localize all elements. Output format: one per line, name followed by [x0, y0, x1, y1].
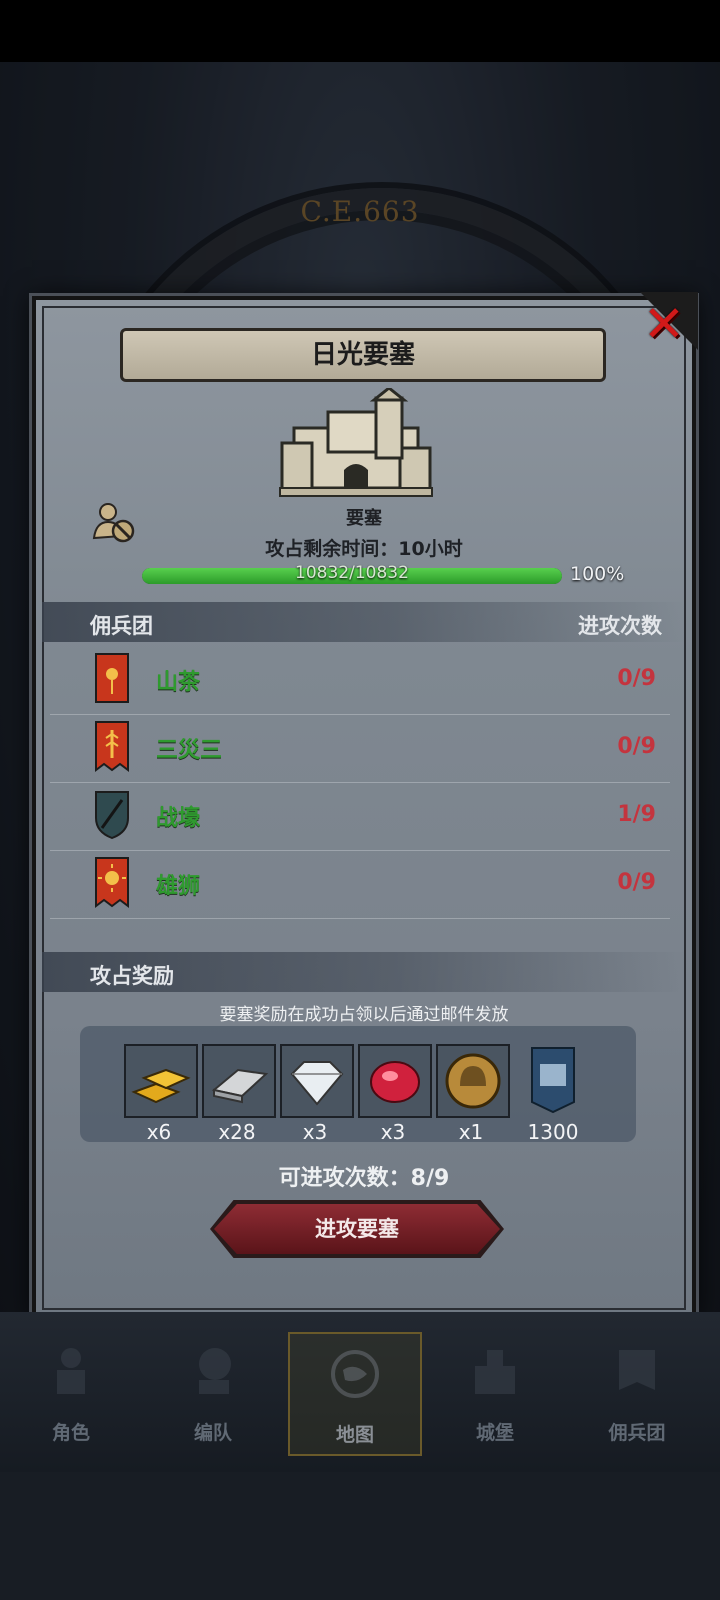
nav-label: 佣兵团	[608, 1422, 666, 1444]
reward-qty: x3	[380, 1120, 406, 1144]
fortress-dialog: ✕ 日光要塞 要塞 攻占剩余时间：10小时 10832/10832 100% 佣…	[32, 292, 698, 1320]
reward-qty: x6	[146, 1120, 172, 1144]
nav-label: 编队	[193, 1422, 232, 1444]
reward-qty: x28	[218, 1120, 256, 1144]
mercenary-icon	[619, 1350, 655, 1390]
attack-count-column-label: 进攻次数	[578, 614, 662, 638]
castle-icon	[279, 388, 433, 497]
mercenary-row[interactable]: 雄狮 0/9	[50, 850, 670, 919]
nav-character[interactable]: 角色	[6, 1332, 136, 1452]
progress-value: 10832/10832	[295, 563, 409, 583]
nav-label: 地图	[335, 1424, 374, 1446]
wheat-banner-icon	[95, 721, 129, 772]
dialog-title: 日光要塞	[120, 328, 606, 382]
nav-mercenary[interactable]: 佣兵团	[572, 1332, 702, 1452]
attack-count: 0/9	[617, 666, 656, 691]
mercenary-name: 山茶	[156, 670, 201, 695]
reward-note: 要塞奖励在成功占领以后通过邮件发放	[219, 1005, 509, 1025]
bottom-area	[0, 1472, 720, 1600]
helmet-coin-icon[interactable]	[436, 1044, 510, 1118]
nav-castle[interactable]: 城堡	[430, 1332, 560, 1452]
reward-qty: x1	[458, 1120, 484, 1144]
reward-section-header: 攻占奖励	[42, 952, 686, 992]
close-x-icon[interactable]: ✕	[638, 298, 690, 350]
status-bar	[0, 0, 720, 62]
character-icon	[57, 1348, 85, 1394]
attack-fortress-button[interactable]: 进攻要塞	[214, 1204, 500, 1254]
fortress-banner-icon[interactable]	[518, 1044, 588, 1114]
capture-timer: 攻占剩余时间：10小时	[265, 538, 463, 560]
nav-formation[interactable]: 编队	[148, 1332, 278, 1452]
castle-icon	[475, 1350, 515, 1394]
flower-banner-icon	[95, 653, 129, 703]
mercenary-row[interactable]: 山茶 0/9	[50, 646, 670, 715]
attack-count: 0/9	[617, 870, 656, 895]
mercenary-column-label: 佣兵团	[90, 614, 153, 638]
mercenary-name: 三災三	[156, 738, 223, 763]
attack-count: 1/9	[617, 802, 656, 827]
nav-label: 城堡	[475, 1422, 514, 1444]
mercenary-row[interactable]: 三災三 0/9	[50, 714, 670, 783]
ruby-icon[interactable]	[358, 1044, 432, 1118]
reward-qty: x3	[302, 1120, 328, 1144]
map-icon	[331, 1350, 379, 1398]
nav-map[interactable]: 地图	[288, 1332, 422, 1456]
attack-count: 0/9	[617, 734, 656, 759]
nav-label: 角色	[51, 1422, 90, 1444]
reward-qty: 1300	[527, 1120, 579, 1144]
sun-banner-icon	[95, 857, 129, 908]
mercenary-name: 战壕	[156, 806, 201, 831]
formation-icon	[199, 1348, 231, 1394]
gold-bars-icon[interactable]	[124, 1044, 198, 1118]
mercenary-name: 雄狮	[156, 874, 201, 899]
progress-percent: 100%	[570, 563, 625, 585]
mercenary-section-header: 佣兵团 进攻次数	[42, 602, 686, 642]
reward-section-label: 攻占奖励	[90, 964, 174, 988]
bottom-navigation: 角色 编队 地图 城堡 佣兵团	[0, 1312, 720, 1472]
iron-ingot-icon[interactable]	[202, 1044, 276, 1118]
mercenary-row[interactable]: 战壕 1/9	[50, 782, 670, 851]
sword-shield-icon	[95, 791, 129, 840]
reward-panel: x6 x28 x3 x3 x1 1300	[80, 1026, 636, 1144]
remaining-attempts: 可进攻次数：8/9	[278, 1166, 450, 1191]
diamond-icon[interactable]	[280, 1044, 354, 1118]
